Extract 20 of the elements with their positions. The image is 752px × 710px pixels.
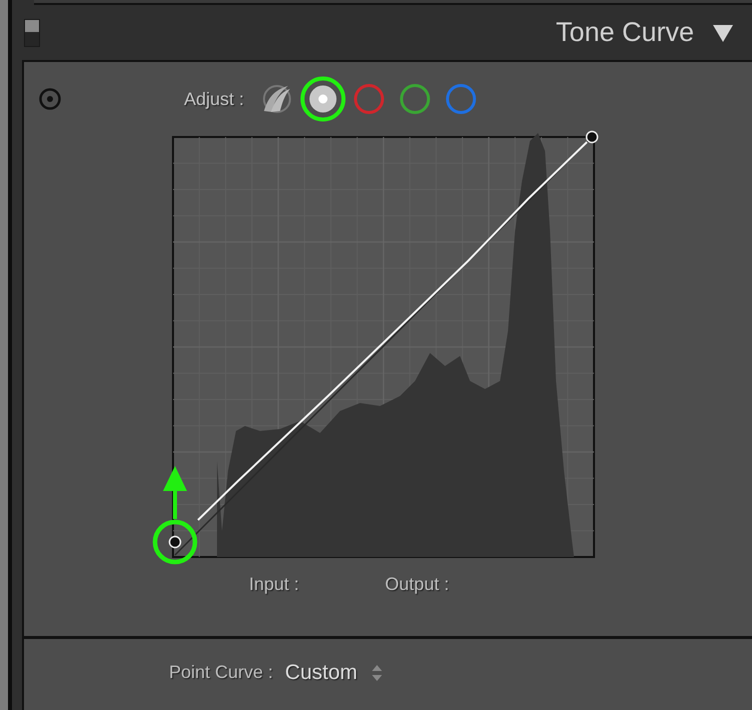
channel-circle-icon[interactable] [400,84,430,114]
highlight-ring [300,76,346,122]
output-label: Output : [385,574,450,595]
panel-switch[interactable] [24,18,40,46]
highlight-arrow [163,466,187,519]
channel-circle-icon[interactable] [354,84,384,114]
channel-circle-icon[interactable] [446,84,476,114]
collapse-triangle-icon[interactable] [713,24,733,42]
point-curve-value[interactable]: Custom [285,660,358,684]
stepper-icon[interactable] [371,664,384,682]
curve-point[interactable] [168,536,182,548]
adjust-label: Adjust : [184,88,244,110]
curve-point[interactable] [586,130,598,144]
parametric-curve-icon[interactable] [263,85,292,113]
rgb-channel-icon[interactable] [310,86,337,112]
input-label: Input : [249,574,300,595]
highlight-ring [152,520,198,564]
target-adjustment-icon[interactable] [38,87,62,111]
point-curve-label: Point Curve : [169,662,274,683]
panel-title: Tone Curve [556,17,694,48]
